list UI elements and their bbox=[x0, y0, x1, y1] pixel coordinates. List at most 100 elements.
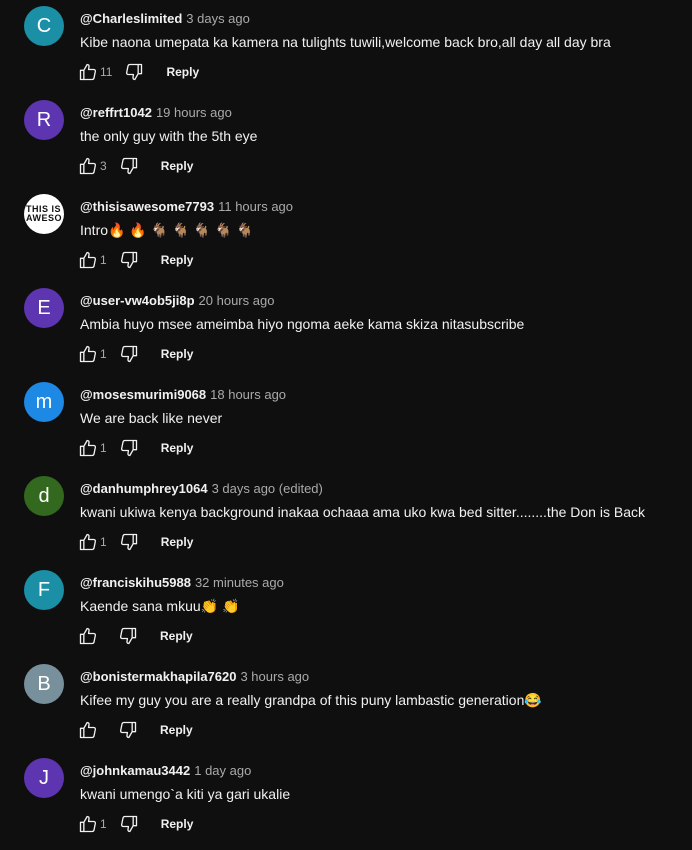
comment-actions: Reply bbox=[72, 620, 209, 652]
avatar[interactable]: m bbox=[24, 382, 64, 422]
comment-time[interactable]: 20 hours ago bbox=[199, 293, 275, 308]
dislike-button[interactable] bbox=[113, 808, 145, 840]
dislike-button[interactable] bbox=[113, 338, 145, 370]
reply-button[interactable]: Reply bbox=[150, 56, 215, 88]
author-name[interactable]: @franciskihu5988 bbox=[80, 575, 191, 590]
reply-button[interactable]: Reply bbox=[145, 338, 210, 370]
comment-text: Kibe naona umepata ka kamera na tulights… bbox=[80, 34, 611, 50]
thumbs-down-icon bbox=[118, 626, 138, 646]
like-button[interactable] bbox=[72, 620, 104, 652]
comment-header: @reffrt1042 19 hours ago bbox=[80, 104, 232, 122]
reply-button[interactable]: Reply bbox=[145, 526, 210, 558]
comment-text: We are back like never bbox=[80, 410, 223, 426]
like-count: 1 bbox=[100, 535, 107, 549]
avatar[interactable]: J bbox=[24, 758, 64, 798]
comment-actions: 11 Reply bbox=[72, 56, 215, 88]
comment-actions: 1 Reply bbox=[72, 432, 209, 464]
author-name[interactable]: @danhumphrey1064 bbox=[80, 481, 208, 496]
thumbs-up-icon bbox=[78, 62, 98, 82]
comment-time[interactable]: 19 hours ago bbox=[156, 105, 232, 120]
comment-actions: 1 Reply bbox=[72, 244, 209, 276]
avatar[interactable]: F bbox=[24, 570, 64, 610]
avatar-letter: B bbox=[37, 672, 51, 695]
dislike-button[interactable] bbox=[112, 714, 144, 746]
like-count: 1 bbox=[100, 347, 107, 361]
comment-header: @danhumphrey1064 3 days ago (edited) bbox=[80, 480, 323, 498]
like-count: 1 bbox=[100, 441, 107, 455]
thumbs-up-icon bbox=[78, 814, 98, 834]
comment-time[interactable]: 1 day ago bbox=[194, 763, 251, 778]
comment-item: R @reffrt1042 19 hours ago the only guy wit… bbox=[0, 98, 692, 192]
comment-time[interactable]: 3 hours ago bbox=[240, 669, 309, 684]
dislike-button[interactable] bbox=[113, 432, 145, 464]
dislike-button[interactable] bbox=[113, 244, 145, 276]
thumbs-down-icon bbox=[118, 720, 138, 740]
dislike-button[interactable] bbox=[112, 620, 144, 652]
avatar-letter: J bbox=[39, 766, 49, 789]
comment-item: m @mosesmurimi9068 18 hours ago We are back… bbox=[0, 380, 692, 474]
thumbs-down-icon bbox=[119, 156, 139, 176]
comment-item: B @bonistermakhapila7620 3 hours ago Kifee … bbox=[0, 662, 692, 756]
author-name[interactable]: @mosesmurimi9068 bbox=[80, 387, 206, 402]
thumbs-down-icon bbox=[119, 814, 139, 834]
comment-item: THIS IS AWESO @thisisawesome7793 11 hours a… bbox=[0, 192, 692, 286]
thumbs-down-icon bbox=[119, 532, 139, 552]
comment-header: @thisisawesome7793 11 hours ago bbox=[80, 198, 293, 216]
avatar[interactable]: THIS IS AWESO bbox=[24, 194, 64, 234]
dislike-button[interactable] bbox=[118, 56, 150, 88]
author-name[interactable]: @Charleslimited bbox=[80, 11, 182, 26]
author-name[interactable]: @user-vw4ob5ji8p bbox=[80, 293, 195, 308]
reply-button[interactable]: Reply bbox=[145, 244, 210, 276]
comment-header: @Charleslimited 3 days ago bbox=[80, 10, 250, 28]
thumbs-up-icon bbox=[78, 532, 98, 552]
comment-header: @user-vw4ob5ji8p 20 hours ago bbox=[80, 292, 274, 310]
like-count: 11 bbox=[100, 65, 113, 79]
avatar-letter: C bbox=[36, 14, 52, 37]
reply-button[interactable]: Reply bbox=[144, 620, 209, 652]
author-name[interactable]: @thisisawesome7793 bbox=[80, 199, 214, 214]
comment-item: F @franciskihu5988 32 minutes ago Kaende sa… bbox=[0, 568, 692, 662]
avatar-letter: R bbox=[36, 108, 52, 131]
author-name[interactable]: @bonistermakhapila7620 bbox=[80, 669, 236, 684]
reply-button[interactable]: Reply bbox=[145, 150, 210, 182]
reply-button[interactable]: Reply bbox=[145, 432, 210, 464]
comment-header: @bonistermakhapila7620 3 hours ago bbox=[80, 668, 309, 686]
thumbs-down-icon bbox=[124, 62, 144, 82]
avatar-letter: d bbox=[38, 484, 50, 507]
thumbs-up-icon bbox=[78, 720, 98, 740]
avatar[interactable]: R bbox=[24, 100, 64, 140]
comment-text: kwani umengo`a kiti ya gari ukalie bbox=[80, 786, 291, 802]
dislike-button[interactable] bbox=[113, 150, 145, 182]
author-name[interactable]: @reffrt1042 bbox=[80, 105, 152, 120]
comment-time[interactable]: 3 days ago bbox=[186, 11, 250, 26]
avatar-text-line: AWESO bbox=[25, 213, 62, 223]
author-name[interactable]: @johnkamau3442 bbox=[80, 763, 190, 778]
comment-text: the only guy with the 5th eye bbox=[80, 128, 258, 144]
like-button[interactable] bbox=[72, 714, 104, 746]
avatar[interactable]: C bbox=[24, 6, 64, 46]
comment-header: @johnkamau3442 1 day ago bbox=[80, 762, 251, 780]
reply-button[interactable]: Reply bbox=[145, 808, 210, 840]
thumbs-up-icon bbox=[78, 626, 98, 646]
comment-time[interactable]: 3 days ago (edited) bbox=[212, 481, 323, 496]
dislike-button[interactable] bbox=[113, 526, 145, 558]
comment-item: J @johnkamau3442 1 day ago kwani umengo`a k… bbox=[0, 756, 692, 850]
comment-item: d @danhumphrey1064 3 days ago (edited) kwan… bbox=[0, 474, 692, 568]
avatar[interactable]: d bbox=[24, 476, 64, 516]
comment-header: @franciskihu5988 32 minutes ago bbox=[80, 574, 284, 592]
comment-header: @mosesmurimi9068 18 hours ago bbox=[80, 386, 286, 404]
avatar-letter: m bbox=[35, 390, 53, 413]
avatar[interactable]: E bbox=[24, 288, 64, 328]
comment-time[interactable]: 18 hours ago bbox=[210, 387, 286, 402]
thumbs-up-icon bbox=[78, 344, 98, 364]
avatar[interactable]: B bbox=[24, 664, 64, 704]
comment-time[interactable]: 32 minutes ago bbox=[195, 575, 284, 590]
thumbs-up-icon bbox=[78, 250, 98, 270]
comment-actions: Reply bbox=[72, 714, 209, 746]
reply-button[interactable]: Reply bbox=[144, 714, 209, 746]
comment-item: C @Charleslimited 3 days ago Kibe naona ume… bbox=[0, 4, 692, 98]
like-count: 1 bbox=[100, 253, 107, 267]
like-count: 3 bbox=[100, 159, 107, 173]
comment-time[interactable]: 11 hours ago bbox=[218, 199, 293, 214]
thumbs-up-icon bbox=[78, 156, 98, 176]
